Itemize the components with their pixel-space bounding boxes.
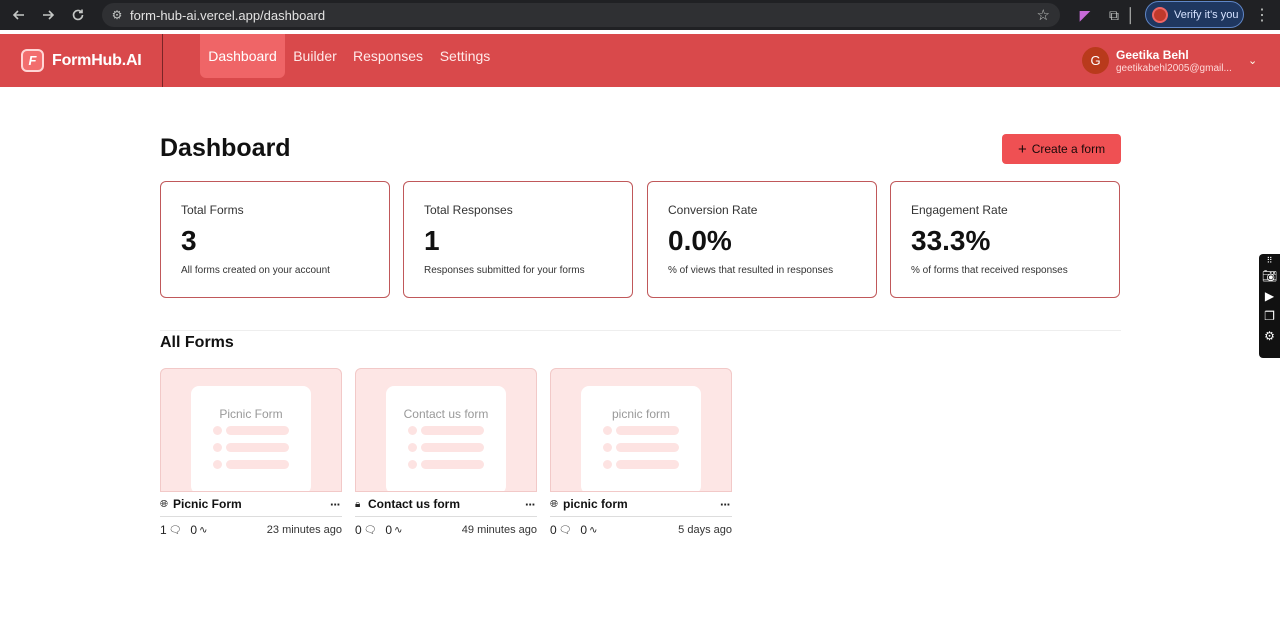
stat-card-conversion-rate: Conversion Rate 0.0% % of views that res… [647,181,877,298]
url-text: form-hub-ai.vercel.app/dashboard [130,7,326,23]
camera-icon[interactable]: 📷︎ [1259,266,1280,286]
logo-mark: F [21,49,44,72]
window-icon[interactable]: ❐ [1259,306,1280,326]
verify-label: Verify it's you [1174,8,1239,21]
preview-paper: picnic form [581,386,701,491]
view-count: 0 [190,523,198,537]
updated-time: 49 minutes ago [461,524,537,536]
stat-description: Responses submitted for your forms [424,265,585,276]
bookmark-star-icon[interactable]: ☆ [1037,6,1050,24]
preview-paper: Picnic Form [191,386,311,491]
form-name[interactable]: Picnic Form [173,497,242,511]
preview-title: Contact us form [403,407,489,421]
form-name[interactable]: picnic form [563,497,628,511]
extension-icon[interactable]: ◤ [1072,0,1098,30]
plus-icon: + [1017,140,1027,158]
lock-icon: 🔒︎ [355,498,361,510]
tab-dashboard[interactable]: Dashboard [200,34,285,78]
stat-card-total-responses: Total Responses 1 Responses submitted fo… [403,181,633,298]
updated-time: 23 minutes ago [266,524,342,536]
comment-icon: 🗨︎ [558,524,572,536]
more-options-icon[interactable]: ··· [525,497,536,512]
tab-builder[interactable]: Builder [288,34,342,78]
stat-value: 3 [181,225,197,256]
form-preview[interactable]: picnic form [550,368,732,492]
view-count: 0 [580,523,588,537]
browser-menu-icon[interactable]: ⋮ [1250,0,1274,30]
globe-icon: 🌐︎ [160,498,168,510]
page-title: Dashboard [160,134,291,162]
updated-time: 5 days ago [678,524,732,536]
site-info-icon[interactable]: ⚙ [104,8,130,22]
stat-value: 33.3% [911,225,991,256]
profile-verify-button[interactable]: Verify it's you [1145,1,1244,28]
user-email: geetikabehl2005@gmail... [1116,62,1232,74]
globe-icon: 🌐︎ [550,498,558,510]
toolbar-handle-icon[interactable]: ⠿ [1259,254,1280,266]
comment-icon: 🗨︎ [363,524,377,536]
form-card[interactable]: Picnic Form 🌐︎ Picnic Form ··· 1 🗨︎ 0 ∿ … [160,368,342,543]
preview-title: Picnic Form [219,407,283,421]
stat-value: 0.0% [668,225,732,256]
user-name: Geetika Behl [1116,47,1189,62]
reload-icon[interactable] [63,0,93,30]
form-preview[interactable]: Contact us form [355,368,537,492]
gear-icon[interactable]: ⚙ [1259,326,1280,346]
stat-description: All forms created on your account [181,265,330,276]
create-form-label: Create a form [1031,142,1106,156]
divider: │ [1126,7,1136,23]
stat-value: 1 [424,225,440,256]
tab-settings[interactable]: Settings [434,34,496,78]
stat-card-total-forms: Total Forms 3 All forms created on your … [160,181,390,298]
more-options-icon[interactable]: ··· [330,497,341,512]
browser-toolbar: ⚙ form-hub-ai.vercel.app/dashboard ☆ ◤ ⧉… [0,0,1280,30]
section-divider [160,330,1121,331]
preview-paper: Contact us form [386,386,506,491]
activity-icon: ∿ [589,524,598,536]
header-divider [162,34,163,87]
form-card[interactable]: Contact us form 🔒︎ Contact us form ··· 0… [355,368,537,543]
comment-icon: 🗨︎ [168,524,182,536]
video-icon[interactable]: ▶ [1259,286,1280,306]
response-count: 1 [160,523,167,537]
stat-description: % of forms that received responses [911,265,1068,276]
activity-icon: ∿ [394,524,403,536]
floating-toolbar: ⠿ 📷︎ ▶ ❐ ⚙ [1259,254,1280,358]
brand-logo[interactable]: F FormHub.AI [21,49,142,72]
form-name[interactable]: Contact us form [368,497,460,511]
view-count: 0 [385,523,393,537]
app-header: F FormHub.AI Dashboard Builder Responses… [0,34,1280,87]
stat-label: Total Forms [181,203,244,217]
stat-description: % of views that resulted in responses [668,265,834,276]
extensions-puzzle-icon[interactable]: ⧉ [1101,0,1127,30]
stat-label: Total Responses [424,203,513,217]
all-forms-heading: All Forms [160,334,234,351]
stat-label: Conversion Rate [668,203,758,217]
create-form-button[interactable]: + Create a form [1002,134,1121,164]
avatar: G [1082,47,1109,74]
back-icon[interactable] [4,0,34,30]
preview-title: picnic form [611,407,670,421]
activity-icon: ∿ [199,524,208,536]
tab-responses[interactable]: Responses [350,34,426,78]
form-preview[interactable]: Picnic Form [160,368,342,492]
profile-avatar [1152,6,1168,23]
chevron-down-icon[interactable]: ⌄ [1248,54,1257,67]
user-menu[interactable]: G Geetika Behl geetikabehl2005@gmail... [1082,47,1232,74]
response-count: 0 [550,523,557,537]
more-options-icon[interactable]: ··· [720,497,731,512]
forward-icon[interactable] [33,0,63,30]
form-card[interactable]: picnic form 🌐︎ picnic form ··· 0 🗨︎ 0 ∿ … [550,368,732,543]
response-count: 0 [355,523,362,537]
stat-label: Engagement Rate [911,203,1008,217]
address-bar[interactable]: ⚙ form-hub-ai.vercel.app/dashboard ☆ [102,3,1060,27]
stat-card-engagement-rate: Engagement Rate 33.3% % of forms that re… [890,181,1120,298]
brand-name: FormHub.AI [52,51,142,69]
